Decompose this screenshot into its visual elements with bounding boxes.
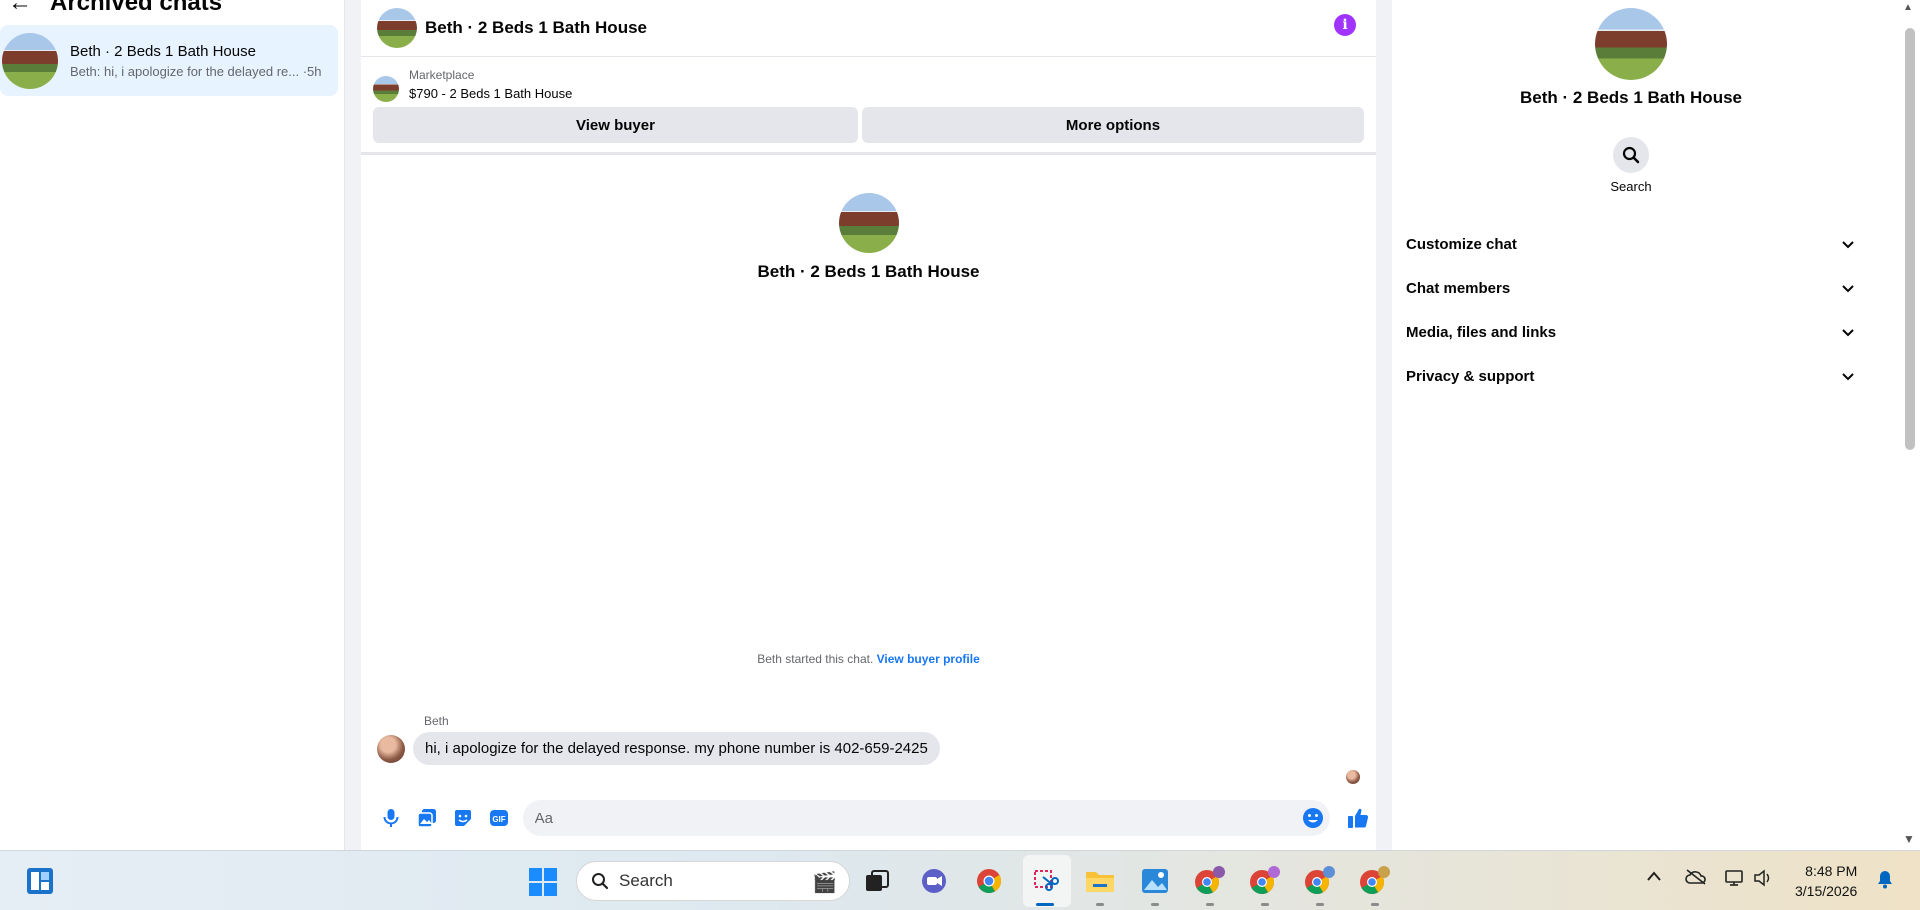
chrome-profile-3-icon[interactable] [1302,863,1338,899]
message-input-wrapper [522,800,1331,836]
chevron-down-icon [1842,236,1854,253]
chrome-profile-1-icon[interactable] [1192,863,1228,899]
search-icon[interactable] [1613,137,1649,173]
chevron-down-icon [1842,368,1854,385]
chat-thumbnail [2,32,58,89]
info-icon[interactable]: i [1334,14,1356,36]
more-options-button[interactable]: More options [862,107,1364,143]
archived-chats-title: Archived chats [50,0,223,16]
details-profile: Beth · 2 Beds 1 Bath House [1392,8,1870,108]
marketplace-item-title[interactable]: $790 - 2 Beds 1 Bath House [409,86,572,101]
conversation-header: Beth · 2 Beds 1 Bath House i [361,0,1376,57]
chrome-profile-4-icon[interactable] [1357,863,1393,899]
section-privacy-support[interactable]: Privacy & support [1392,354,1870,398]
emoji-icon[interactable] [1302,807,1324,834]
chat-list-item[interactable]: Beth · 2 Beds 1 Bath House Beth: hi, i a… [0,25,338,96]
clock-time: 8:48 PM [1805,863,1858,879]
archived-chats-sidebar: ← Archived chats Beth · 2 Beds 1 Bath Ho… [0,0,345,850]
section-label: Chat members [1406,279,1511,297]
running-indicator [1151,903,1159,906]
details-profile-name: Beth · 2 Beds 1 Bath House [1520,88,1742,107]
panel-margin [1870,0,1900,850]
chat-list-item-name: Beth · 2 Beds 1 Bath House [70,42,256,60]
message-input[interactable] [534,809,1275,827]
profile-photo [838,193,899,253]
conversation-pane: Beth · 2 Beds 1 Bath House i Marketplace… [361,0,1376,850]
microphone-icon[interactable] [373,800,409,836]
chevron-down-icon [1842,324,1854,341]
thumbs-up-icon[interactable] [1340,800,1376,836]
gif-icon[interactable]: GIF [481,800,517,836]
section-customize-chat[interactable]: Customize chat [1392,222,1870,266]
conversation-avatar[interactable] [377,8,417,48]
chrome-icon[interactable] [971,863,1007,899]
scroll-down-arrow-icon[interactable]: ▼ [1903,832,1915,846]
back-arrow-icon[interactable]: ← [8,0,38,15]
chat-list-item-preview: Beth: hi, i apologize for the delayed re… [70,63,322,79]
network-icon[interactable] [1724,869,1746,892]
photos-icon[interactable] [1137,863,1173,899]
running-indicator [1096,903,1104,906]
section-label: Media, files and links [1406,323,1557,341]
chevron-down-icon [1842,280,1854,297]
clock-date: 3/15/2026 [1795,883,1858,899]
volume-icon[interactable] [1753,869,1773,892]
search-highlight-icon: 🎬 [812,872,837,894]
search-icon [592,873,609,890]
message-sender-name: Beth [424,714,449,728]
message-bubble[interactable]: hi, i apologize for the delayed response… [413,732,940,765]
cloud-offline-icon[interactable] [1685,869,1707,890]
read-receipt-avatar [1346,770,1360,784]
system-clock[interactable]: 8:48 PM 3/15/2026 [1795,861,1857,901]
windows-taskbar: Search 🎬 8:48 PM 3/15/2026 [0,850,1920,910]
conversation-title[interactable]: Beth · 2 Beds 1 Bath House [425,18,647,38]
divider [1376,0,1392,850]
running-indicator [1371,903,1379,906]
details-sections: Customize chat Chat members Media, files… [1392,222,1870,398]
section-label: Privacy & support [1406,367,1535,385]
archived-chats-header: ← Archived chats [0,0,344,16]
marketplace-bar: Marketplace $790 - 2 Beds 1 Bath House V… [361,58,1376,155]
notification-bell-icon[interactable] [1876,869,1894,894]
task-view-icon[interactable] [859,863,895,899]
section-chat-members[interactable]: Chat members [1392,266,1870,310]
running-indicator [1261,903,1269,906]
taskbar-search-box[interactable]: Search 🎬 [576,861,850,901]
message-composer: GIF [361,796,1376,840]
scrollbar-thumb[interactable] [1905,28,1915,450]
photo-gallery-icon[interactable] [409,800,445,836]
sender-avatar[interactable] [377,734,405,763]
conversation-profile: Beth · 2 Beds 1 Bath House [361,193,1376,282]
widgets-icon[interactable] [26,867,54,895]
view-buyer-button[interactable]: View buyer [373,107,858,143]
file-explorer-icon[interactable] [1082,863,1118,899]
details-profile-photo [1595,8,1667,80]
snipping-tool-icon[interactable] [1027,863,1063,899]
view-buyer-profile-link[interactable]: View buyer profile [877,652,980,666]
search-label: Search [1610,179,1652,194]
teams-icon[interactable] [916,863,952,899]
section-label: Customize chat [1406,235,1517,253]
marketplace-label: Marketplace [409,68,475,82]
message-row: hi, i apologize for the delayed response… [377,732,940,765]
scroll-up-arrow-icon[interactable]: ▲ [1903,2,1913,13]
sticker-icon[interactable] [445,800,481,836]
marketplace-item-thumbnail[interactable] [373,76,399,102]
windows-start-icon[interactable] [528,867,558,897]
chrome-profile-2-icon[interactable] [1247,863,1283,899]
details-search-button[interactable]: Search [1603,137,1659,194]
divider [345,0,361,850]
chevron-up-icon[interactable] [1646,869,1662,887]
taskbar-search-label: Search [619,871,673,890]
running-indicator [1206,903,1214,906]
profile-name: Beth · 2 Beds 1 Bath House [757,262,980,281]
svg-text:GIF: GIF [492,815,505,824]
running-indicator [1036,903,1054,906]
chat-started-notice: Beth started this chat. View buyer profi… [361,652,1376,666]
page-scrollbar[interactable]: ▲ ▼ [1900,0,1920,850]
chat-started-text: Beth started this chat. [757,652,874,666]
chat-details-panel: Beth · 2 Beds 1 Bath House Search Custom… [1392,0,1870,850]
section-media-files-links[interactable]: Media, files and links [1392,310,1870,354]
running-indicator [1316,903,1324,906]
